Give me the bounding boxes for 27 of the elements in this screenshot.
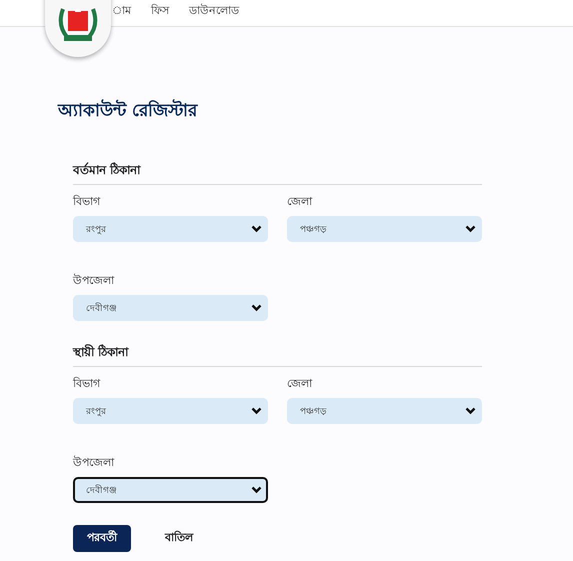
dropdown-field[interactable]: পঞ্চগড়: [287, 398, 482, 424]
nav-link[interactable]: াম: [112, 2, 131, 21]
dropdown-field[interactable]: দেবীগঞ্জ: [73, 295, 268, 321]
logo-badge[interactable]: [45, 0, 111, 57]
dropdown-field[interactable]: পঞ্চগড়: [287, 216, 482, 242]
nav-link[interactable]: ডাউনলোড: [189, 2, 239, 21]
field-label: উপজেলা: [73, 272, 116, 289]
next-button[interactable]: পরবর্তী: [73, 525, 131, 552]
section-heading: বর্তমান ঠিকানা: [73, 161, 482, 185]
section-heading: স্থায়ী ঠিকানা: [73, 343, 482, 367]
dropdown-field[interactable]: দেবীগঞ্জ: [73, 477, 268, 503]
chevron-down-icon: [251, 407, 262, 415]
field-label: জেলা: [287, 194, 314, 210]
field-label: উপজেলা: [73, 454, 116, 471]
field-label: বিভাগ: [73, 194, 102, 210]
field-label: জেলা: [287, 376, 314, 392]
chevron-down-icon: [251, 486, 262, 494]
dropdown-field[interactable]: রংপুর: [73, 398, 268, 424]
nav-link[interactable]: ফিস: [151, 2, 169, 21]
dropdown-field[interactable]: রংপুর: [73, 216, 268, 242]
chevron-down-icon: [251, 304, 262, 312]
field-label: বিভাগ: [73, 376, 102, 392]
page-title: অ্যাকাউন্ট রেজিস্টার: [58, 98, 199, 123]
chevron-down-icon: [251, 225, 262, 233]
cancel-button[interactable]: বাতিল: [151, 525, 207, 552]
chevron-down-icon: [465, 225, 476, 233]
chevron-down-icon: [465, 407, 476, 415]
